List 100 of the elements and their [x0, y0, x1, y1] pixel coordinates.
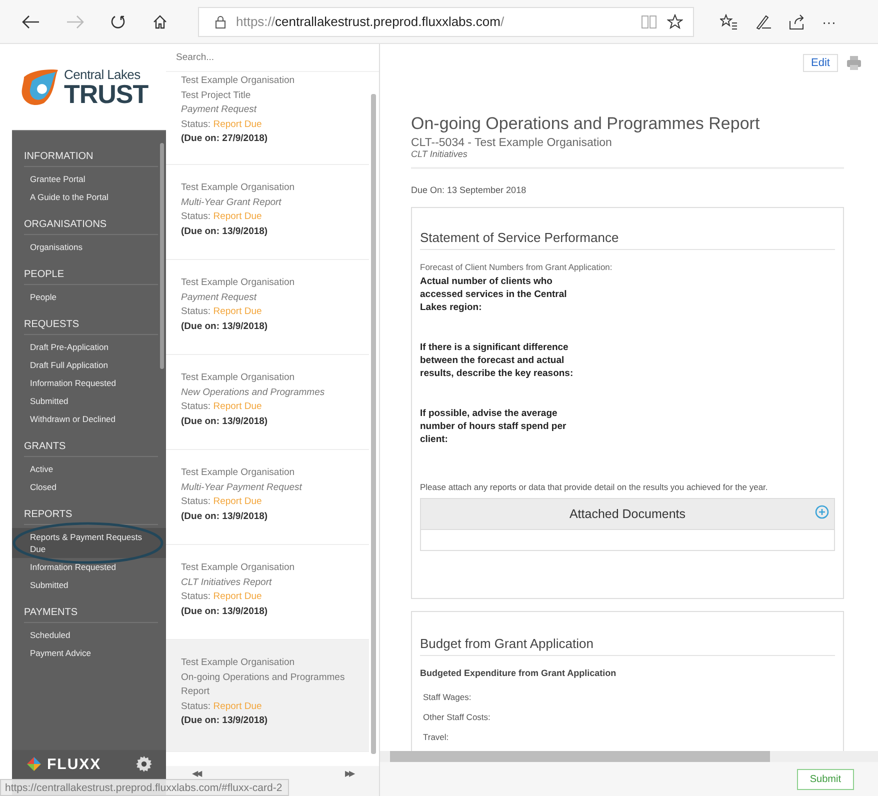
home-icon[interactable] [152, 14, 168, 30]
nav-item[interactable]: Information Requested [12, 558, 166, 576]
status-label: Status: [181, 700, 211, 712]
nav-item[interactable]: People [12, 288, 166, 306]
nav-item[interactable]: Submitted [12, 392, 166, 410]
report-card[interactable]: Test Example Organisation Test Project Title Payment Request Status: Report Due (Due on: 27/9/2018) [166, 72, 369, 165]
section-heading: PAYMENTS [24, 607, 158, 623]
report-type: Payment Request [181, 290, 258, 304]
brand-name: FLUXX [47, 756, 102, 773]
nav-item[interactable]: Grantee Portal [12, 170, 166, 188]
nav-item[interactable]: Draft Pre-Application [12, 338, 166, 356]
nav-item[interactable]: Organisations [12, 238, 166, 256]
settings-icon[interactable] [136, 756, 152, 772]
previous-page-button[interactable]: ◀◀ [192, 769, 200, 778]
horizontal-scrollbar[interactable] [380, 751, 878, 762]
section-heading: GRANTS [24, 441, 158, 457]
report-card[interactable]: Test Example Organisation Multi-Year Payment Request Status: Report Due (Due on: 13/9/2018) [166, 450, 369, 545]
report-subtitle: CLT--5034 - Test Example Organisation [411, 137, 613, 149]
attach-note: Please attach any reports or data that provide detail on the results you achieved for the year. [420, 482, 769, 492]
section-heading: INFORMATION [24, 151, 158, 167]
address-bar[interactable]: https://centrallakestrust.preprod.fluxxlabs.com/ [198, 6, 694, 36]
due-date: Due On: 13 September 2018 [411, 185, 528, 195]
section-heading: Budget from Grant Application [420, 636, 835, 656]
report-card[interactable]: Test Example Organisation Multi-Year Grant Report Status: Report Due (Due on: 13/9/2018) [166, 165, 369, 260]
field-label: Travel: [423, 732, 450, 742]
due-date: (Due on: 13/9/2018) [181, 320, 269, 334]
question-label: If possible, advise the average number of hours staff spend per client: [420, 407, 568, 446]
submit-button[interactable]: Submit [796, 768, 854, 790]
nav-item[interactable]: Submitted [12, 576, 166, 594]
fluxx-logo-icon [26, 756, 42, 772]
logo-text: Central Lakes [64, 68, 142, 80]
pen-icon[interactable] [754, 14, 772, 30]
organisation-name: Test Example Organisation [181, 466, 296, 480]
share-icon[interactable] [788, 14, 806, 30]
field-label: Other Staff Costs: [423, 712, 492, 722]
back-icon[interactable] [22, 14, 40, 28]
status-value: Report Due [213, 118, 262, 130]
nav-item[interactable]: Active [12, 460, 166, 478]
report-card[interactable]: Test Example Organisation New Operations and Programmes Status: Report Due (Due on: 13/9/2018) [166, 355, 369, 450]
due-date: (Due on: 27/9/2018) [181, 132, 269, 146]
status-label: Status: [181, 496, 211, 507]
lock-icon [215, 14, 226, 28]
question-label: If there is a significant difference between the forecast and actual results, describe the key reasons: [420, 341, 574, 380]
star-icon[interactable] [667, 14, 683, 30]
nav-item[interactable]: Payment Advice [12, 644, 166, 662]
program-name: CLT Initiatives [411, 149, 468, 159]
nav-item[interactable]: Withdrawn or Declined [12, 410, 166, 428]
status-value: Report Due [213, 306, 262, 317]
report-type: CLT Initiatives Report [181, 576, 273, 590]
field-label: Forecast of Client Numbers from Grant Application: [420, 262, 614, 272]
organisation-name: Test Example Organisation [181, 561, 296, 575]
status-value: Report Due [213, 211, 262, 222]
status-label: Status: [181, 401, 211, 412]
favorites-icon[interactable] [720, 14, 738, 30]
section-heading: Statement of Service Performance [420, 230, 835, 250]
due-date: (Due on: 13/9/2018) [181, 510, 269, 524]
refresh-icon[interactable] [110, 14, 126, 30]
question-label: Actual number of clients who accessed services in the Central Lakes region: [420, 275, 568, 314]
status-label: Status: [181, 306, 211, 317]
url-text: https://centrallakestrust.preprod.fluxxlabs.com/ [236, 14, 506, 29]
report-card[interactable]: Test Example Organisation On-going Operations and Programmes Report Status: Report Due (Due on: 13/9/2018) [166, 640, 369, 752]
next-page-button[interactable]: ▶▶ [345, 769, 353, 778]
subsection-heading: Budgeted Expenditure from Grant Application [420, 668, 618, 678]
section-heading: REPORTS [24, 509, 158, 525]
section-heading: PEOPLE [24, 269, 158, 285]
status-label: Status: [181, 118, 211, 130]
logo-text: TRUST [64, 80, 148, 106]
nav-item[interactable]: A Guide to the Portal [12, 188, 166, 206]
scrollbar[interactable] [371, 94, 376, 754]
report-type: Multi-Year Grant Report [181, 196, 282, 210]
report-type: Multi-Year Payment Request [181, 480, 304, 494]
due-date: (Due on: 13/9/2018) [181, 714, 269, 728]
status-url: https://centrallakestrust.preprod.fluxxlabs.com/#fluxx-card-2 [0, 779, 290, 796]
nav-item[interactable]: Scheduled [12, 626, 166, 644]
nav-item[interactable]: Information Requested [12, 374, 166, 392]
edit-button[interactable]: Edit [803, 54, 838, 72]
project-title: Test Project Title [181, 88, 252, 102]
organisation-name: Test Example Organisation [181, 276, 296, 290]
nav-item[interactable]: Draft Full Application [12, 356, 166, 374]
report-card[interactable]: Test Example Organisation Payment Request Status: Report Due (Due on: 13/9/2018) [166, 260, 369, 355]
attachments-title: Attached Documents [569, 507, 686, 521]
report-title: On-going Operations and Programmes Report [411, 114, 761, 134]
status-value: Report Due [213, 496, 262, 507]
organisation-name: Test Example Organisation [181, 656, 296, 670]
status-label: Status: [181, 591, 211, 602]
field-label: Staff Wages: [423, 692, 472, 702]
nav-item[interactable]: Reports & Payment Requests Due [12, 528, 166, 558]
organisation-name: Test Example Organisation [181, 74, 296, 88]
scrollbar[interactable] [160, 143, 164, 369]
section-heading: REQUESTS [24, 319, 158, 335]
status-value: Report Due [213, 700, 262, 712]
more-button[interactable]: ··· [822, 14, 836, 30]
due-date: (Due on: 13/9/2018) [181, 414, 269, 428]
due-date: (Due on: 13/9/2018) [181, 604, 269, 618]
nav-item[interactable]: Closed [12, 478, 166, 496]
status-value: Report Due [213, 401, 262, 412]
section-heading: ORGANISATIONS [24, 219, 158, 235]
due-date: (Due on: 13/9/2018) [181, 224, 269, 238]
organisation-name: Test Example Organisation [181, 181, 296, 195]
report-type: On-going Operations and Programmes Report [181, 670, 346, 699]
